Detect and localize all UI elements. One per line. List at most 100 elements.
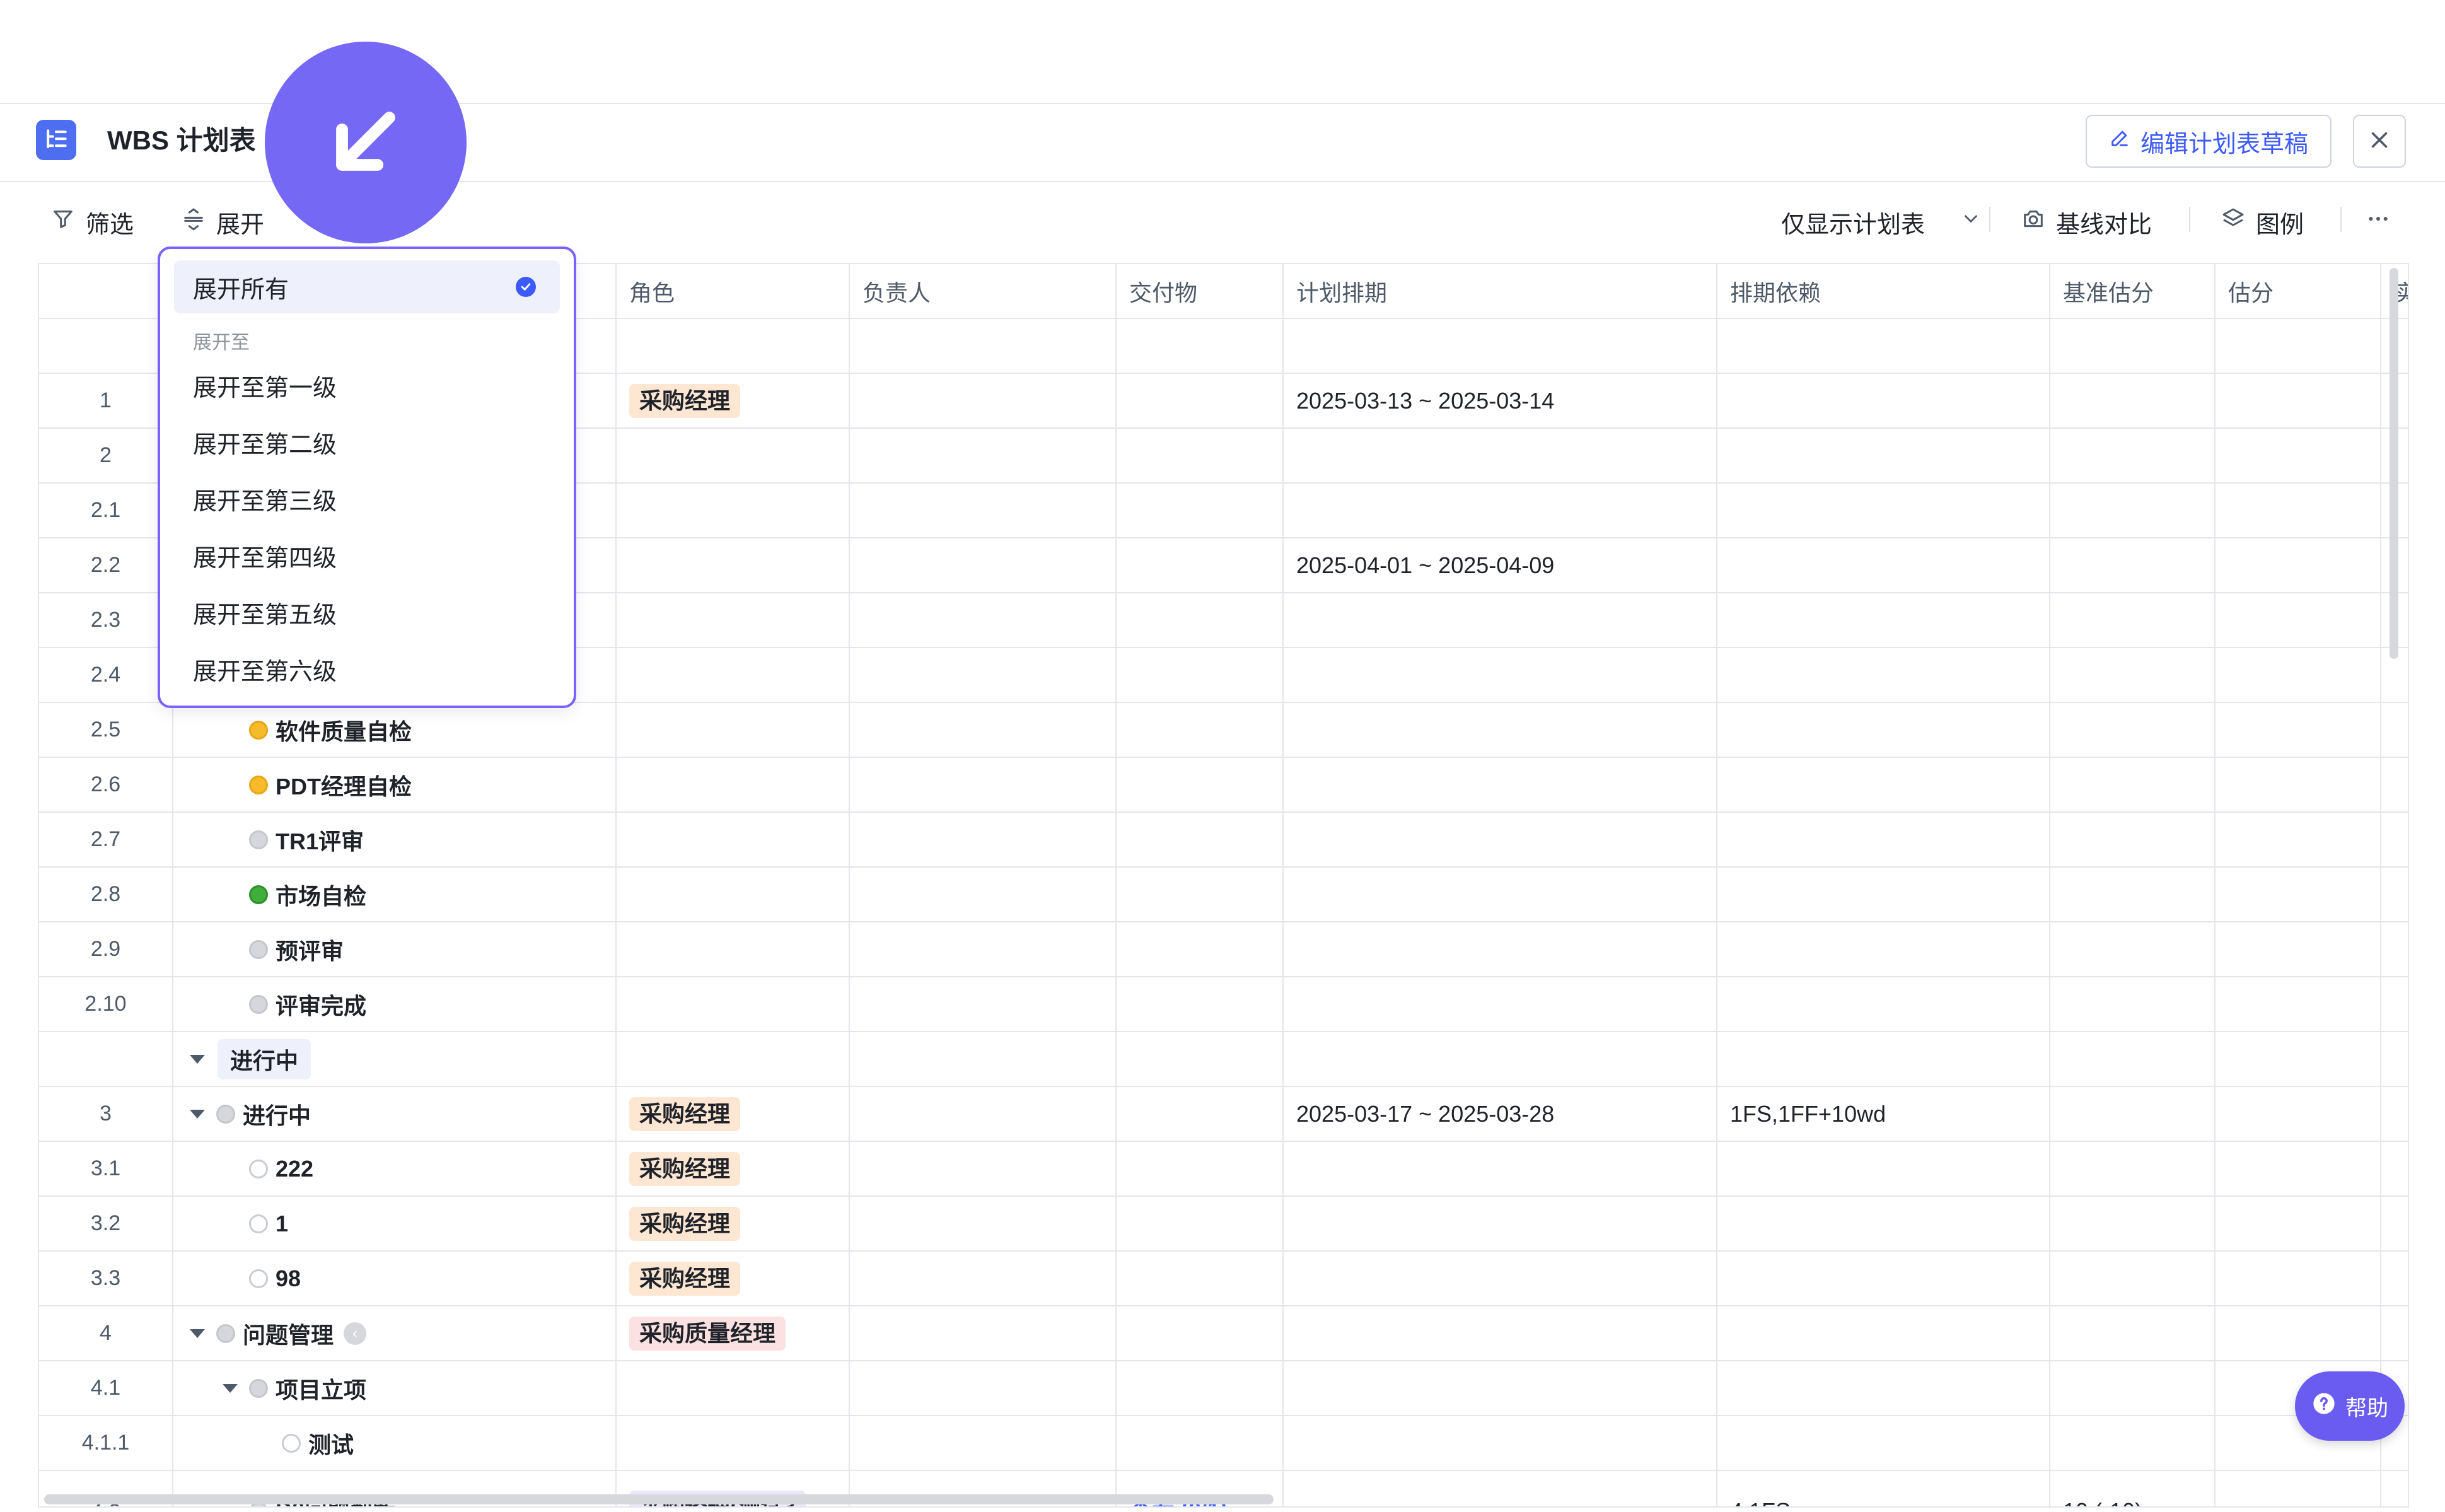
collapse-caret-icon[interactable] [190, 1109, 205, 1119]
task-name[interactable]: 98 [276, 1265, 301, 1292]
link-badge-icon[interactable]: ‹ [344, 1322, 367, 1345]
page-title: WBS 计划表 [107, 125, 256, 155]
collapse-caret-icon[interactable] [190, 1329, 205, 1338]
chevron-down-icon [1960, 208, 1982, 236]
table-row[interactable]: 2.7 TR1评审 [39, 813, 2408, 868]
status-dot [249, 775, 268, 794]
arrow-down-left-icon [318, 94, 413, 192]
menu-section-label: 展开至 [193, 332, 250, 353]
filter-icon [50, 206, 76, 238]
task-name[interactable]: 问题管理 [243, 1317, 334, 1350]
expand-dropdown-menu: 展开所有 展开至 展开至第一级 展开至第二级 展开至第三级 展开至第四级 展开至… [158, 247, 576, 708]
view-select-value: 仅显示计划表 [1781, 211, 1925, 238]
schedule-cell[interactable]: 2025-03-17 ~ 2025-03-28 [1284, 1087, 1717, 1141]
menu-item-level-6[interactable]: 展开至第六级 [174, 643, 560, 695]
camera-icon [2021, 206, 2046, 238]
task-name[interactable]: 评审完成 [276, 988, 366, 1021]
row-index: 4.1 [39, 1361, 173, 1415]
task-name[interactable]: 1 [276, 1211, 288, 1237]
task-name[interactable]: 222 [276, 1156, 313, 1182]
header-schedule[interactable]: 计划排期 [1284, 264, 1717, 318]
check-circle-icon [516, 277, 536, 297]
header-estimate[interactable]: 估分 [2216, 264, 2381, 318]
table-row[interactable]: 4 问题管理 ‹ 采购质量经理 [39, 1306, 2408, 1361]
baseline-compare-label: 基线对比 [2056, 211, 2152, 238]
horizontal-scrollbar[interactable] [44, 1494, 1274, 1504]
table-row[interactable]: 2.9 预评审 [39, 922, 2408, 977]
layers-icon [2221, 206, 2246, 238]
role-tag: 采购经理 [629, 1151, 741, 1186]
header-role[interactable]: 角色 [617, 264, 850, 318]
role-tag: 采购经理 [629, 1261, 741, 1296]
group-row[interactable]: 进行中 [39, 1032, 2408, 1087]
row-index: 2.7 [39, 813, 173, 866]
base-estimate-cell[interactable]: 10 (-10) [2050, 1471, 2216, 1506]
header-index [39, 264, 173, 318]
table-row[interactable]: 4.1 项目立项 [39, 1361, 2408, 1416]
vertical-scrollbar[interactable] [2390, 268, 2398, 659]
header-dependency[interactable]: 排期依赖 [1717, 264, 2050, 318]
task-name[interactable]: 测试 [308, 1427, 354, 1460]
row-index: 2.3 [39, 593, 173, 647]
row-index: 1 [39, 374, 173, 427]
task-name[interactable]: 进行中 [243, 1098, 311, 1131]
menu-item-level-1[interactable]: 展开至第一级 [174, 359, 560, 412]
status-dot [249, 830, 268, 849]
collapse-caret-icon[interactable] [190, 1054, 205, 1064]
row-index: 4 [39, 1306, 173, 1360]
pencil-icon [2109, 127, 2130, 155]
more-button[interactable] [2366, 203, 2391, 241]
table-row[interactable]: 3 进行中 采购经理 2025-03-17 ~ 2025-03-28 1FS,1… [39, 1087, 2408, 1142]
row-index: 3 [39, 1087, 173, 1141]
pointer-highlight [265, 42, 467, 243]
row-index: 2.10 [39, 977, 173, 1031]
task-name[interactable]: 预评审 [276, 933, 344, 966]
header-owner[interactable]: 负责人 [850, 264, 1117, 318]
dependency-cell[interactable]: 4.1FS [1717, 1471, 2050, 1506]
menu-item-level-3[interactable]: 展开至第三级 [174, 472, 560, 525]
row-index: 2.1 [39, 484, 173, 537]
menu-item-level-2[interactable]: 展开至第二级 [174, 416, 560, 468]
baseline-compare-button[interactable]: 基线对比 [2021, 203, 2152, 241]
schedule-cell[interactable]: 2025-03-13 ~ 2025-03-14 [1284, 374, 1717, 427]
table-row[interactable]: 3.3 98 采购经理 [39, 1252, 2408, 1306]
row-index: 4.1.1 [39, 1416, 173, 1470]
table-row[interactable]: 2.6 PDT经理自检 [39, 758, 2408, 813]
task-name[interactable]: TR1评审 [276, 823, 364, 856]
status-dot [249, 1378, 268, 1398]
row-index: 3.2 [39, 1197, 173, 1250]
view-select[interactable]: 仅显示计划表 [1781, 203, 1982, 241]
expand-button[interactable]: 展开 [181, 203, 264, 241]
row-index: 2.8 [39, 868, 173, 921]
role-tag: 采购经理 [629, 383, 741, 418]
task-name[interactable]: 软件质量自检 [276, 714, 412, 747]
help-icon [2311, 1391, 2337, 1422]
task-name[interactable]: PDT经理自检 [276, 769, 412, 801]
close-button[interactable] [2353, 115, 2406, 168]
table-row[interactable]: 2.10 评审完成 [39, 977, 2408, 1032]
menu-item-level-4[interactable]: 展开至第四级 [174, 529, 560, 582]
close-icon [2368, 129, 2391, 154]
status-dot [249, 939, 268, 959]
dependency-cell[interactable]: 1FS,1FF+10wd [1717, 1087, 2050, 1141]
menu-item-level-5[interactable]: 展开至第五级 [174, 586, 560, 639]
table-row[interactable]: 2.8 市场自检 [39, 868, 2408, 922]
legend-button[interactable]: 图例 [2221, 203, 2304, 241]
row-index: 3.1 [39, 1142, 173, 1195]
task-name[interactable]: 市场自检 [276, 878, 366, 911]
schedule-cell[interactable]: 2025-04-01 ~ 2025-04-09 [1284, 538, 1717, 592]
header-base-estimate[interactable]: 基准估分 [2050, 264, 2216, 318]
collapse-caret-icon[interactable] [223, 1383, 238, 1393]
edit-draft-button[interactable]: 编辑计划表草稿 [2086, 115, 2332, 168]
menu-item-expand-all[interactable]: 展开所有 [174, 260, 560, 313]
task-name[interactable]: 项目立项 [276, 1372, 366, 1405]
header-deliverable[interactable]: 交付物 [1117, 264, 1284, 318]
table-row[interactable]: 3.2 1 采购经理 [39, 1197, 2408, 1252]
table-row[interactable]: 2.5 软件质量自检 [39, 703, 2408, 758]
role-tag: 采购经理 [629, 1096, 741, 1131]
help-button[interactable]: 帮助 [2295, 1371, 2405, 1441]
status-dot [282, 1433, 301, 1453]
filter-button[interactable]: 筛选 [50, 203, 134, 241]
table-row[interactable]: 3.1 222 采购经理 [39, 1142, 2408, 1197]
table-row[interactable]: 4.1.1 测试 [39, 1416, 2408, 1471]
